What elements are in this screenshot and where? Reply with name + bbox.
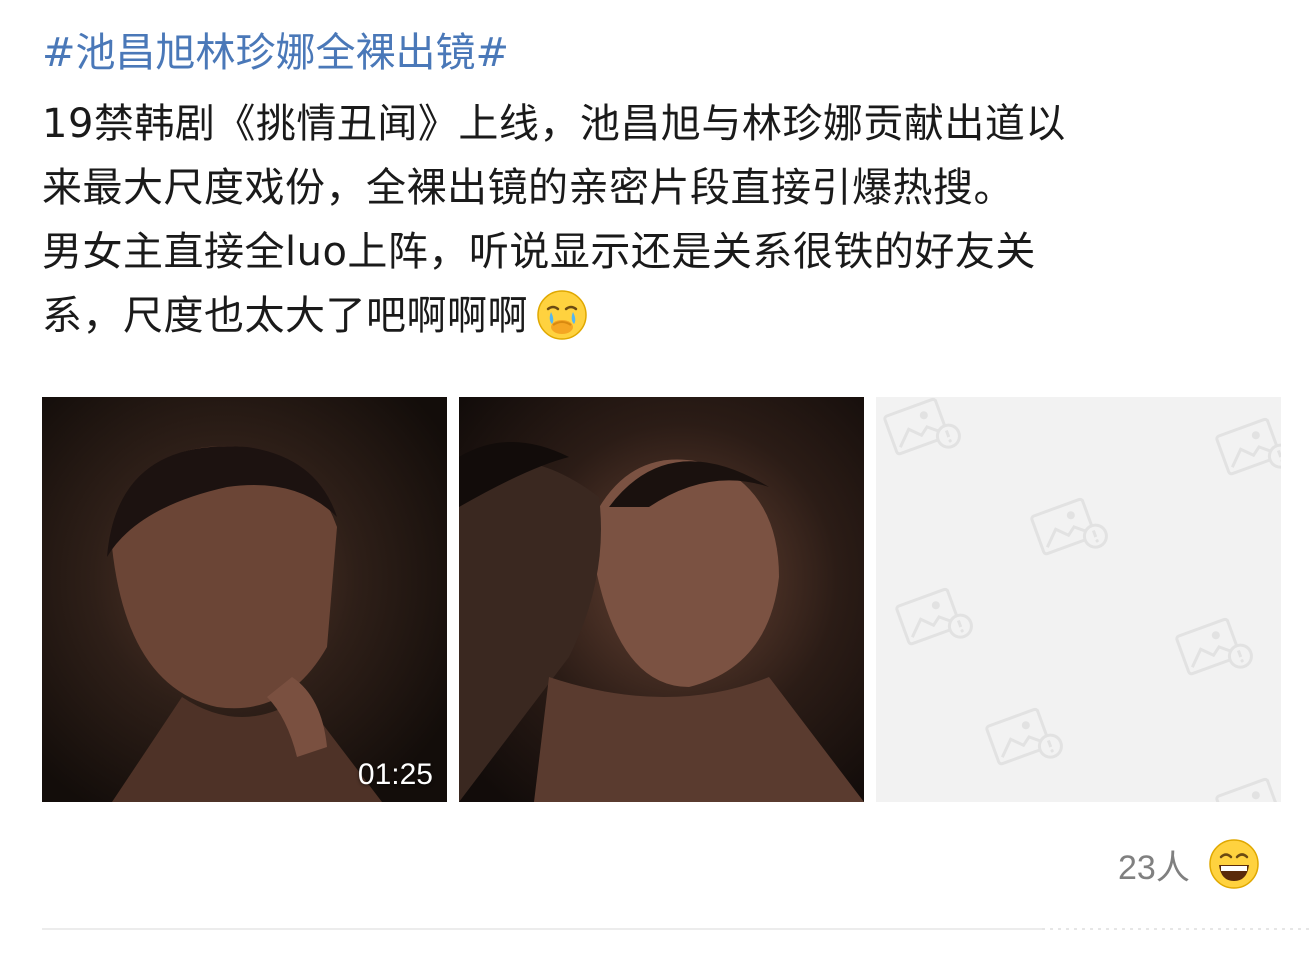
video-thumbnail[interactable]: 01:25 [42,397,447,802]
post-line-4: 系，尺度也太大了吧啊啊啊 [42,293,528,339]
crying-covering-mouth-emoji-icon [537,290,587,340]
post-line-3: 男女主直接全luo上阵，听说显示还是关系很铁的好友关 [42,229,1036,275]
reaction-summary[interactable]: 23人 [1118,834,1260,894]
weibo-post: #池昌旭林珍娜全裸出镜# 19禁韩剧《挑情丑闻》上线，池昌旭与林珍娜贡献出道以 … [0,0,1310,956]
divider [42,928,1042,930]
post-body: 19禁韩剧《挑情丑闻》上线，池昌旭与林珍娜贡献出道以 来最大尺度戏份，全裸出镜的… [42,92,1262,348]
image-placeholder[interactable] [876,397,1281,802]
post-line-2: 来最大尺度戏份，全裸出镜的亲密片段直接引爆热搜。 [42,165,1014,211]
broken-image-icon [882,397,1281,802]
media-grid: 01:25 [42,397,1282,802]
divider-fade [1042,928,1310,930]
image-thumbnail[interactable] [459,397,864,802]
grinning-face-emoji-icon [1209,839,1259,889]
reaction-count: 23人 [1118,848,1190,887]
video-duration: 01:25 [357,758,433,791]
hashtag-link[interactable]: #池昌旭林珍娜全裸出镜# [42,26,509,80]
post-line-1: 19禁韩剧《挑情丑闻》上线，池昌旭与林珍娜贡献出道以 [42,101,1066,147]
image-frame [459,397,864,802]
post-line-4-wrap: 系，尺度也太大了吧啊啊啊 [42,284,1262,348]
video-frame-image [42,397,447,802]
